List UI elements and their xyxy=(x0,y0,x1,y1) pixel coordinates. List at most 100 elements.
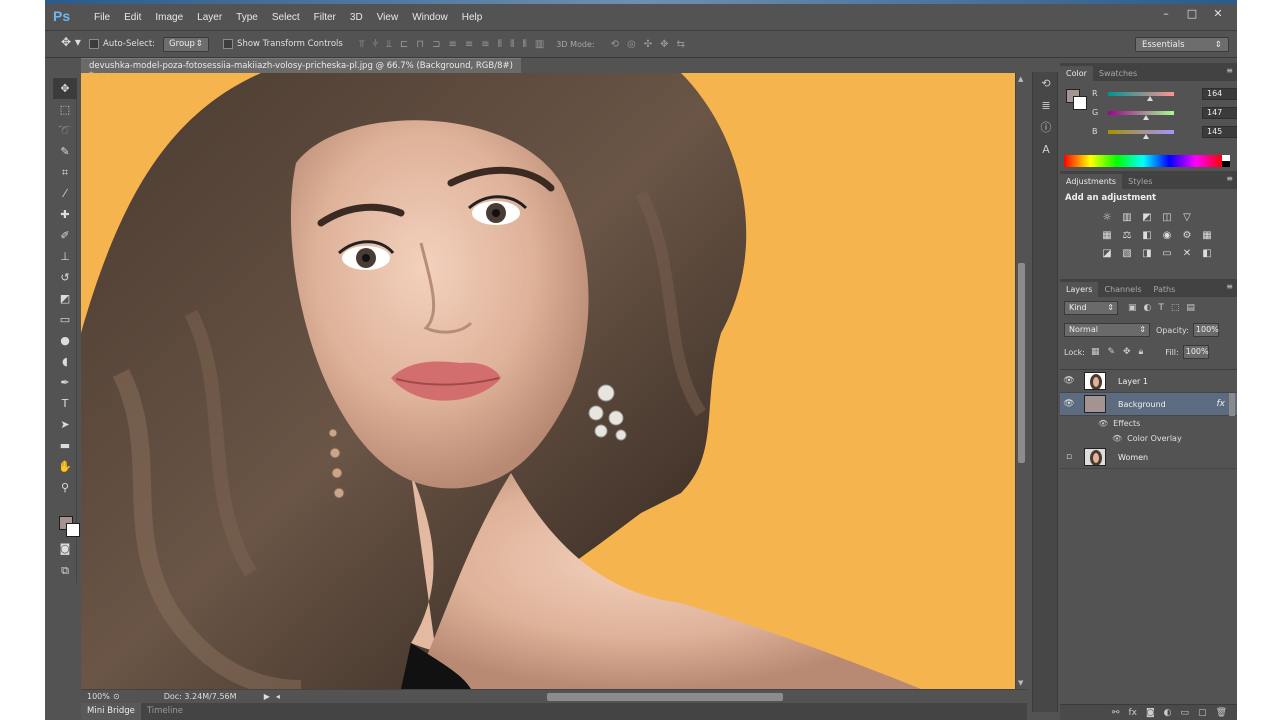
kind-filter-dropdown[interactable]: Kind ⇕ xyxy=(1064,301,1118,315)
green-knob[interactable] xyxy=(1143,114,1150,120)
panel-menu-icon[interactable]: ≡ xyxy=(1226,66,1233,75)
eye-icon[interactable]: 👁︎ xyxy=(1112,434,1122,443)
blue-value[interactable]: 145 xyxy=(1202,125,1237,138)
lock-pixels-icon[interactable]: ✎ xyxy=(1107,347,1115,357)
black-white-ramp[interactable] xyxy=(1222,155,1230,167)
close-button[interactable]: ✕ xyxy=(1209,7,1227,21)
eye-icon[interactable]: 👁︎ xyxy=(1098,419,1108,428)
clone-stamp-tool-icon[interactable]: ⊥ xyxy=(53,246,77,267)
red-slider[interactable]: R 164 xyxy=(1092,87,1237,101)
blur-tool-icon[interactable]: ● xyxy=(53,330,77,351)
align-bottom-icon[interactable]: ⫫ xyxy=(386,39,392,50)
effects-row[interactable]: 👁︎ Effects xyxy=(1060,416,1237,431)
document-tab[interactable]: devushka-model-poza-fotosessiia-makiiazh… xyxy=(81,58,521,81)
auto-align-icon[interactable]: ▥ xyxy=(535,39,544,50)
healing-brush-tool-icon[interactable]: ✚ xyxy=(53,204,77,225)
levels-icon[interactable]: ▥ xyxy=(1120,211,1134,225)
eyedropper-tool-icon[interactable]: ⁄ xyxy=(53,183,77,204)
type-tool-icon[interactable]: T xyxy=(53,393,77,414)
red-track[interactable] xyxy=(1108,91,1174,101)
status-icon[interactable]: ⊙ xyxy=(113,692,120,701)
menu-help[interactable]: Help xyxy=(462,12,483,23)
delete-layer-icon[interactable]: 🗑︎ xyxy=(1216,708,1227,718)
layer-row-background[interactable]: 👁︎ Background fx xyxy=(1060,393,1237,416)
color-overlay-row[interactable]: 👁︎ Color Overlay xyxy=(1060,431,1237,446)
move-tool-preset-icon[interactable]: ✥ ▾ xyxy=(61,35,89,53)
vertical-scroll-thumb[interactable] xyxy=(1018,263,1025,463)
layer-row-layer-1[interactable]: 👁︎ Layer 1 xyxy=(1060,370,1237,393)
align-hcenter-icon[interactable]: ⊓ xyxy=(416,39,424,50)
tab-timeline[interactable]: Timeline xyxy=(141,703,189,720)
blue-slider[interactable]: B 145 xyxy=(1092,125,1237,139)
show-transform-checkbox[interactable]: Show Transform Controls xyxy=(223,39,343,49)
red-value[interactable]: 164 xyxy=(1202,87,1237,100)
type-filter-icon[interactable]: T xyxy=(1158,303,1164,313)
move-tool-icon[interactable]: ✥ xyxy=(53,78,77,99)
slide-3d-icon[interactable]: ✥ xyxy=(660,39,668,50)
exposure-icon[interactable]: ◫ xyxy=(1160,211,1174,225)
add-mask-icon[interactable]: ◙ xyxy=(1146,708,1155,718)
tab-swatches[interactable]: Swatches xyxy=(1093,66,1143,81)
eraser-tool-icon[interactable]: ◩ xyxy=(53,288,77,309)
link-layers-icon[interactable]: ⚯ xyxy=(1112,708,1120,718)
quick-select-tool-icon[interactable]: ✎ xyxy=(53,141,77,162)
opacity-input[interactable]: 100% xyxy=(1192,323,1219,337)
panel-menu-icon[interactable]: ≡ xyxy=(1226,282,1233,291)
color-lookup-icon[interactable]: ▦ xyxy=(1200,229,1214,243)
adjustment-filter-icon[interactable]: ◐ xyxy=(1144,303,1152,313)
menu-window[interactable]: Window xyxy=(412,12,448,23)
fill-input[interactable]: 100% xyxy=(1182,345,1209,359)
distribute-right-icon[interactable]: ⦀ xyxy=(522,39,526,50)
shape-filter-icon[interactable]: ⬚ xyxy=(1171,303,1180,313)
zoom-tool-icon[interactable]: ⚲ xyxy=(53,477,77,498)
horizontal-scroll-thumb[interactable] xyxy=(547,693,783,701)
vertical-scrollbar[interactable]: ▲ ▼ xyxy=(1015,73,1027,689)
menu-filter[interactable]: Filter xyxy=(314,12,336,23)
align-left-icon[interactable]: ⊏ xyxy=(400,39,408,50)
scroll-left-icon[interactable]: ◂ xyxy=(276,692,280,701)
menu-view[interactable]: View xyxy=(377,12,399,23)
background-color-swatch[interactable] xyxy=(66,523,80,537)
tab-color[interactable]: Color xyxy=(1060,66,1093,81)
scroll-down-icon[interactable]: ▼ xyxy=(1018,679,1023,687)
photo-filter-icon[interactable]: ◉ xyxy=(1160,229,1174,243)
panel-menu-icon[interactable]: ≡ xyxy=(1226,174,1233,183)
pen-tool-icon[interactable]: ✒ xyxy=(53,372,77,393)
layer-name[interactable]: Layer 1 xyxy=(1118,377,1148,386)
path-select-tool-icon[interactable]: ➤ xyxy=(53,414,77,435)
maximize-button[interactable]: □ xyxy=(1183,7,1201,21)
history-panel-icon[interactable]: ⟲ xyxy=(1033,72,1059,94)
auto-select-checkbox[interactable]: Auto-Select: xyxy=(89,39,155,49)
roll-3d-icon[interactable]: ◎ xyxy=(627,39,636,50)
minimize-button[interactable]: – xyxy=(1157,7,1175,21)
status-menu-arrow-icon[interactable]: ▶ xyxy=(264,692,270,701)
blue-knob[interactable] xyxy=(1142,133,1149,139)
layer-name[interactable]: Women xyxy=(1118,453,1148,462)
distribute-hcenter-icon[interactable]: ⦀ xyxy=(510,39,514,50)
menu-type[interactable]: Type xyxy=(236,12,258,23)
lock-transparent-icon[interactable]: ▦ xyxy=(1091,347,1100,357)
blue-track[interactable] xyxy=(1108,129,1174,139)
properties-panel-icon[interactable]: ≣ xyxy=(1033,94,1059,116)
drag-3d-icon[interactable]: ✣ xyxy=(644,39,652,50)
layer-row-women[interactable]: ▫ Women xyxy=(1060,446,1237,469)
shadows-icon[interactable]: ◧ xyxy=(1200,247,1214,261)
menu-layer[interactable]: Layer xyxy=(197,12,222,23)
align-vcenter-icon[interactable]: ⫩ xyxy=(372,39,378,50)
lock-all-icon[interactable]: 🔒︎ xyxy=(1139,347,1144,357)
scale-3d-icon[interactable]: ⇆ xyxy=(677,39,685,50)
eye-hidden-icon[interactable]: ▫ xyxy=(1060,452,1078,462)
lock-position-icon[interactable]: ✥ xyxy=(1123,347,1131,357)
tab-styles[interactable]: Styles xyxy=(1122,174,1158,189)
scroll-up-icon[interactable]: ▲ xyxy=(1018,75,1023,83)
lasso-tool-icon[interactable]: ➰ xyxy=(53,120,77,141)
smart-object-filter-icon[interactable]: ▤ xyxy=(1186,303,1195,313)
new-group-icon[interactable]: ▭ xyxy=(1181,708,1190,718)
hue-saturation-icon[interactable]: ▦ xyxy=(1100,229,1114,243)
history-brush-tool-icon[interactable]: ↺ xyxy=(53,267,77,288)
menu-file[interactable]: File xyxy=(94,12,110,23)
tab-layers[interactable]: Layers xyxy=(1060,282,1099,297)
distribute-bottom-icon[interactable]: ≡ xyxy=(481,39,489,50)
distribute-left-icon[interactable]: ⦀ xyxy=(498,39,502,50)
green-value[interactable]: 147 xyxy=(1202,106,1237,119)
